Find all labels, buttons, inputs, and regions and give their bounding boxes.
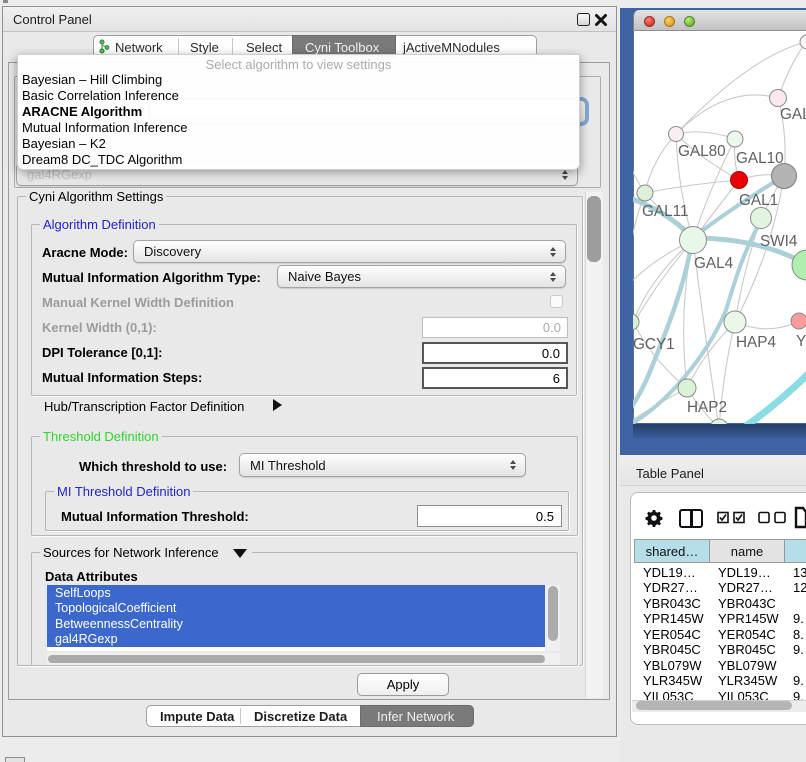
svg-text:YJ: YJ [796, 333, 806, 350]
svg-text:GCY1: GCY1 [633, 336, 675, 353]
svg-text:GAL4: GAL4 [694, 255, 734, 272]
svg-text:GAL10: GAL10 [736, 150, 784, 167]
svg-text:GAL1: GAL1 [739, 192, 778, 209]
svg-text:GAL11: GAL11 [642, 203, 689, 220]
svg-text:SWI4: SWI4 [760, 233, 798, 250]
svg-text:HAP4: HAP4 [736, 334, 776, 351]
svg-text:GAL80: GAL80 [678, 143, 726, 160]
svg-text:HAP2: HAP2 [687, 399, 727, 416]
svg-text:GAL2: GAL2 [780, 106, 806, 123]
